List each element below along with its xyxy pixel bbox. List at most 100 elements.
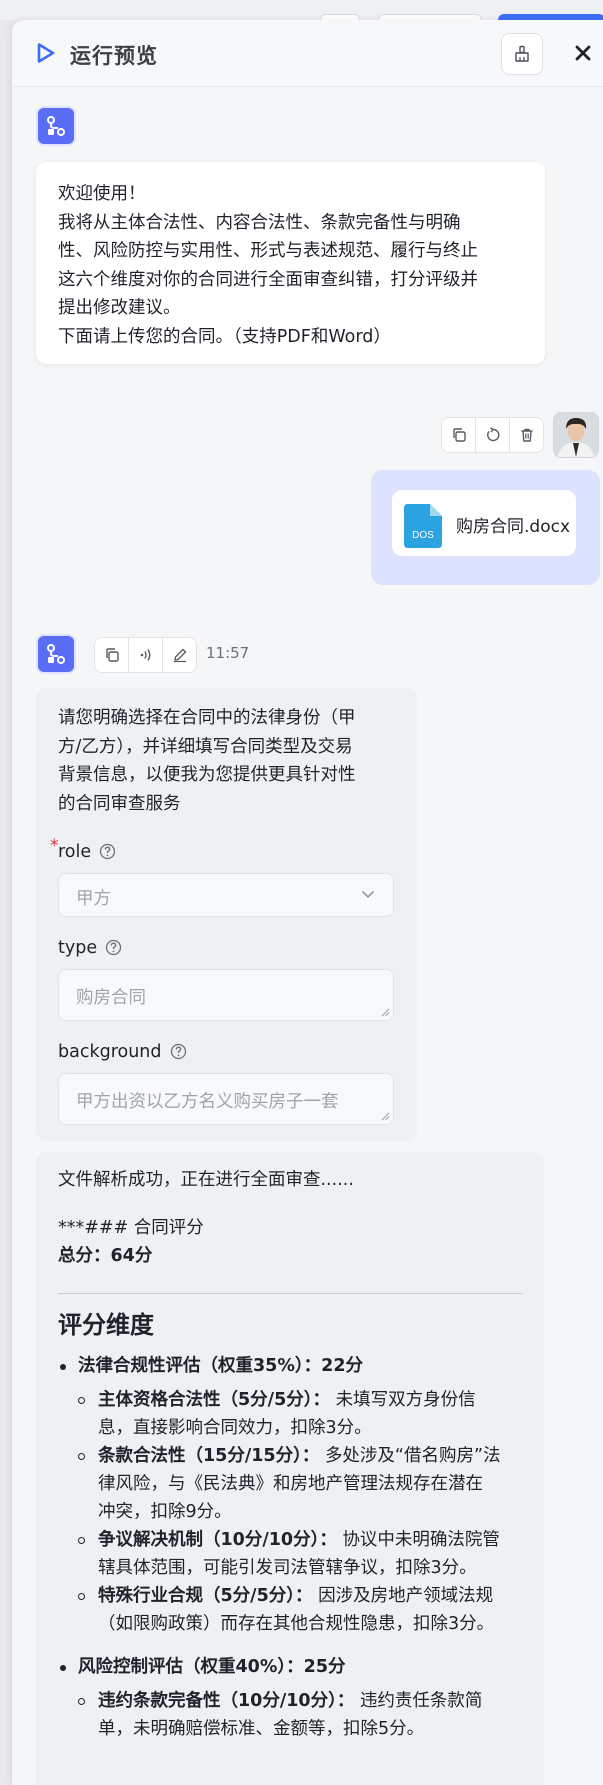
sub-item: 条款合法性（15分/15分）： 多处涉及“借名购房”法 (98, 1442, 501, 1471)
sub-item-text: 息，直接影响合同效力，扣除3分。 (98, 1418, 372, 1438)
welcome-line: 提出修改建议。 (58, 298, 181, 318)
user-message-actions (441, 417, 544, 453)
read-aloud-button[interactable] (129, 638, 163, 672)
background-label-text: background (58, 1042, 162, 1062)
dimension-title: 法律合规性评估（权重35%）：22分 (78, 1356, 363, 1376)
help-icon[interactable] (170, 1043, 187, 1060)
sub-item-title: 条款合法性（15分/15分）： (98, 1446, 320, 1466)
broom-icon (515, 45, 529, 62)
score-heading-raw: ***### 合同评分 (58, 1218, 204, 1238)
form-intro-line: 请您明确选择在合同中的法律身份（甲 (58, 708, 356, 728)
form-intro-line: 方/乙方），并详细填写合同类型及交易 (58, 736, 353, 757)
divider (58, 1293, 523, 1294)
sub-item-text: （如限购政策）而存在其他合规性隐患，扣除3分。 (98, 1614, 495, 1634)
close-icon[interactable] (572, 42, 594, 64)
resize-handle-icon[interactable] (381, 1112, 390, 1121)
type-textarea[interactable]: 购房合同 (58, 969, 394, 1021)
user-photo-icon (554, 413, 598, 457)
bullet-circle (78, 1537, 85, 1544)
role-select[interactable]: 甲方 (58, 873, 394, 917)
bullet-dot (60, 1665, 66, 1671)
delete-button[interactable] (510, 418, 543, 452)
sub-item: 特殊行业合规（5分/5分）： 因涉及房地产领域法规 (98, 1582, 493, 1611)
role-value: 甲方 (76, 889, 111, 909)
edit-button[interactable] (163, 638, 196, 672)
background-value: 甲方出资以乙方名义购买房子一套 (76, 1092, 339, 1112)
sub-item-text: 未填写双方身份信 (335, 1390, 476, 1410)
background-textarea[interactable]: 甲方出资以乙方名义购买房子一套 (58, 1073, 394, 1125)
sub-item-text: 辖具体范围，可能引发司法管辖争议，扣除3分。 (98, 1558, 477, 1578)
form-intro-line: 背景信息，以便我为您提供更具针对性 (58, 765, 356, 785)
copy-button[interactable] (442, 418, 476, 452)
workflow-icon (47, 116, 65, 136)
clear-chat-button[interactable] (501, 33, 543, 75)
welcome-line: 下面请上传您的合同。（支持PDF和Word） (58, 326, 391, 347)
sub-item-text: 违约责任条款简 (359, 1691, 483, 1711)
document-file-icon: DOS (404, 504, 442, 548)
bullet-dot (60, 1364, 66, 1370)
welcome-line: 我将从主体合法性、内容合法性、条款完备性与明确 (58, 212, 461, 233)
sub-item-text: 律风险，与《民法典》和房地产管理法规存在潜在 (98, 1474, 483, 1494)
sub-item-title: 特殊行业合规（5分/5分）： (98, 1586, 313, 1606)
welcome-line: 欢迎使用！ (58, 184, 146, 204)
pencil-icon (173, 648, 186, 663)
sub-item-text: 冲突，扣除9分。 (98, 1502, 232, 1522)
sub-item-text: 多处涉及“借名购房”法 (324, 1446, 501, 1466)
help-icon[interactable] (99, 843, 116, 860)
type-label: type (58, 938, 122, 958)
file-name: 购房合同.docx (456, 517, 571, 537)
resize-handle-icon[interactable] (381, 1008, 390, 1017)
welcome-line: 性、风险防控与实用性、形式与表述规范、履行与终止 (58, 241, 478, 261)
bot-avatar (36, 634, 76, 674)
status-line: 文件解析成功，正在进行全面审查...... (58, 1170, 354, 1190)
copy-button[interactable] (95, 638, 129, 672)
sub-item-text: 单，未明确赔偿标准、金额等，扣除5分。 (98, 1719, 425, 1739)
file-attachment[interactable]: DOS 购房合同.docx (392, 490, 576, 556)
help-icon[interactable] (105, 939, 122, 956)
form-intro-line: 的合同审查服务 (58, 793, 181, 814)
workflow-icon (47, 644, 65, 664)
sub-item: 主体资格合法性（5分/5分）： 未填写双方身份信 (98, 1386, 476, 1415)
panel-title: 运行预览 (70, 44, 158, 68)
file-type-label: DOS (412, 530, 434, 541)
copy-icon (105, 648, 119, 662)
bullet-circle (78, 1698, 85, 1705)
dimension-title: 风险控制评估（权重40%）：25分 (78, 1657, 346, 1677)
trash-icon (521, 428, 532, 442)
bullet-circle (78, 1453, 85, 1460)
preview-panel: 运行预览 欢迎使用！ 我将从主体合法性、内容合法性、条款完备性与明确 性、风险防… (12, 20, 603, 1785)
review-result-message: 文件解析成功，正在进行全面审查...... ***### 合同评分 总分：64分… (36, 1152, 544, 1785)
sub-item-text: 因涉及房地产领域法规 (318, 1586, 494, 1606)
sub-item-text: 协议中未明确法院管 (342, 1530, 500, 1550)
user-message: DOS 购房合同.docx (371, 470, 600, 585)
welcome-message: 欢迎使用！ 我将从主体合法性、内容合法性、条款完备性与明确 性、风险防控与实用性… (36, 162, 545, 364)
sub-item: 争议解决机制（10分/10分）： 协议中未明确法院管 (98, 1526, 500, 1555)
play-icon (37, 43, 55, 63)
role-label: role (58, 842, 116, 862)
background-label: background (58, 1042, 187, 1062)
total-score: 总分：64分 (58, 1246, 153, 1266)
user-avatar (553, 412, 599, 458)
dimensions-heading: 评分维度 (58, 1311, 154, 1339)
panel-header: 运行预览 (12, 20, 603, 87)
refresh-icon (486, 427, 499, 442)
speaker-wave-icon (140, 649, 150, 661)
sub-item-title: 违约条款完备性（10分/10分）： (98, 1691, 355, 1711)
sub-item-title: 主体资格合法性（5分/5分）： (98, 1390, 330, 1410)
chevron-down-icon (361, 890, 375, 899)
bot-avatar (36, 106, 76, 146)
sub-item: 违约条款完备性（10分/10分）： 违约责任条款简 (98, 1687, 482, 1716)
role-label-text: role (58, 842, 92, 862)
message-time: 11:57 (206, 644, 250, 662)
bullet-circle (78, 1397, 85, 1404)
bot-message-actions (94, 637, 197, 673)
input-form-message: 请您明确选择在合同中的法律身份（甲 方/乙方），并详细填写合同类型及交易 背景信… (36, 688, 417, 1141)
sub-item-title: 争议解决机制（10分/10分）： (98, 1530, 337, 1550)
welcome-line: 这六个维度对你的合同进行全面审查纠错，打分评级并 (58, 269, 478, 290)
type-value: 购房合同 (76, 988, 146, 1008)
copy-icon (452, 428, 466, 442)
regenerate-button[interactable] (476, 418, 510, 452)
background-app-bar (0, 0, 603, 28)
bullet-circle (78, 1593, 85, 1600)
type-label-text: type (58, 938, 98, 958)
